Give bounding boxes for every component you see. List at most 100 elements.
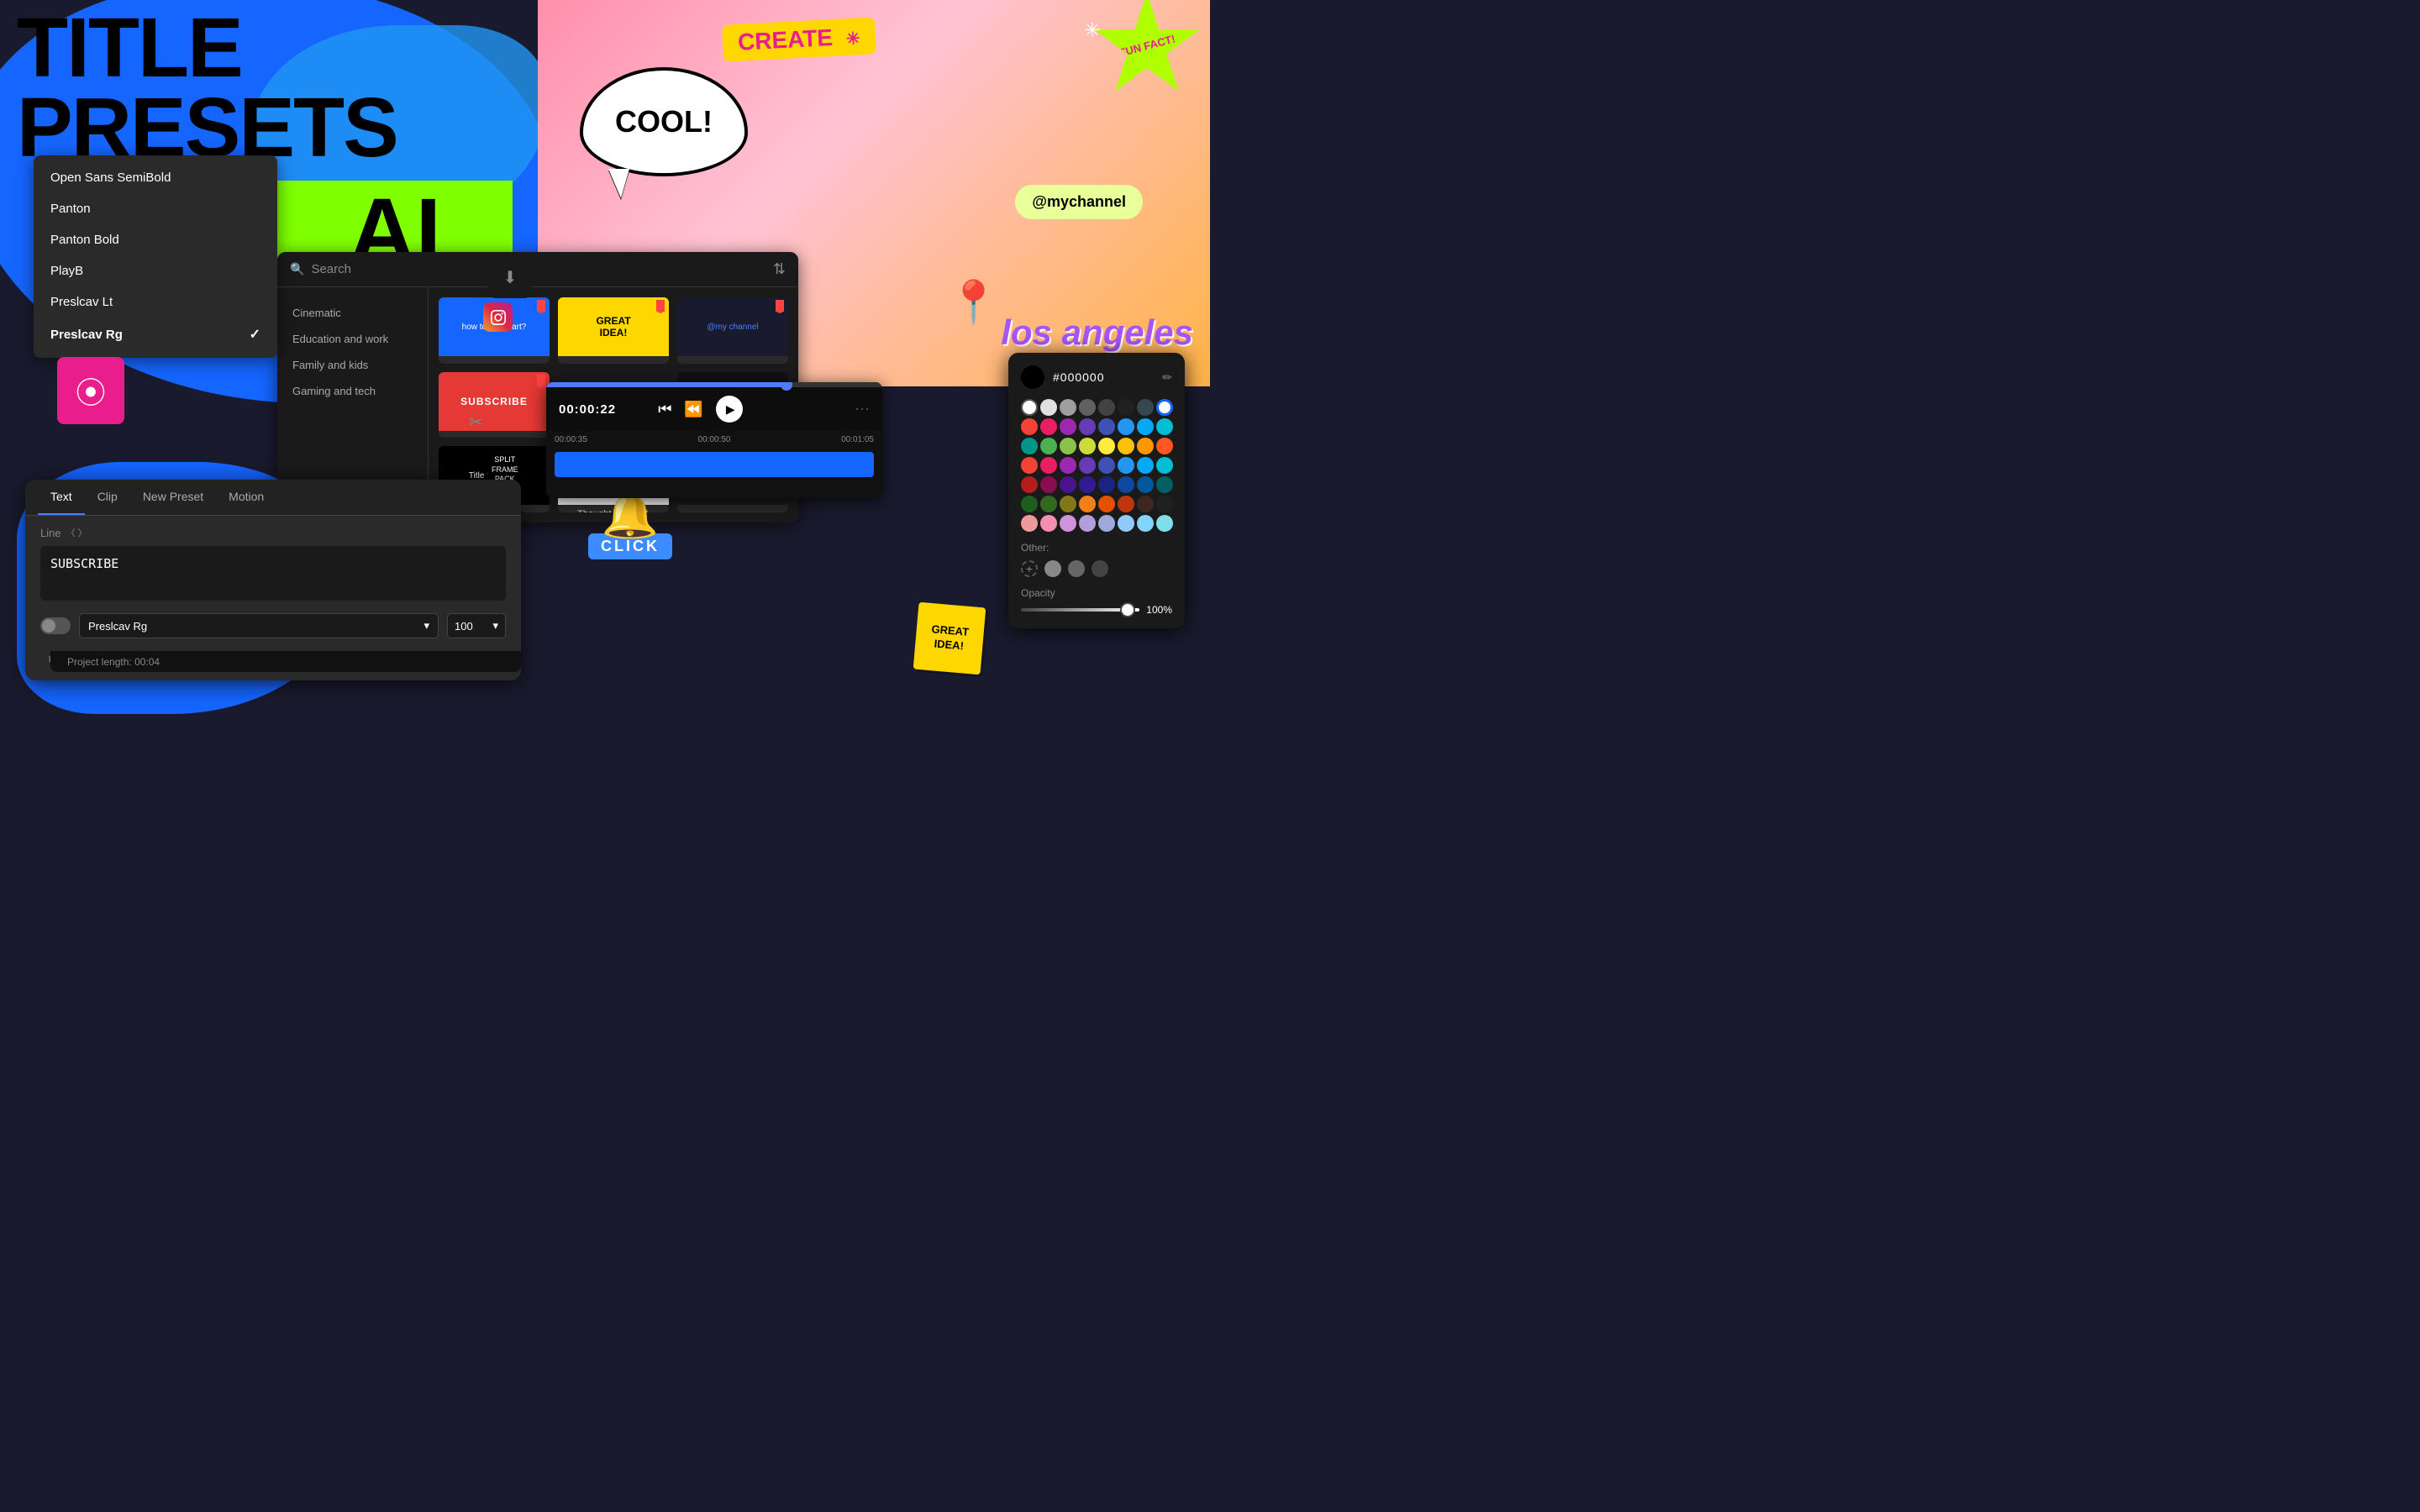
color-darkred[interactable] [1021,476,1038,493]
preset-card-subscribe[interactable]: SUBSCRIBE [439,372,550,438]
color-orange[interactable] [1137,438,1154,454]
color-darkcyan[interactable] [1156,476,1173,493]
color-charcoal[interactable] [1098,399,1115,416]
color-indigo[interactable] [1098,418,1115,435]
text-input[interactable]: SUBSCRIBE [40,546,506,601]
rewind-button[interactable]: ⏪ [684,401,702,418]
color-nearblack[interactable] [1118,399,1134,416]
color-lightred[interactable] [1021,515,1038,532]
skip-back-button[interactable]: ⏮ [658,401,671,418]
color-bluegray[interactable] [1137,399,1154,416]
color-darkpink[interactable] [1040,476,1057,493]
color-amber[interactable] [1118,438,1134,454]
color-darkgreen[interactable] [1021,496,1038,512]
color-purple2[interactable] [1060,457,1076,474]
color-darkblue[interactable] [1118,476,1134,493]
color-lightgreen[interactable] [1060,438,1076,454]
color-white[interactable] [1021,399,1038,416]
color-lightgray[interactable] [1040,399,1057,416]
font-size-select[interactable]: 100 ▾ [447,613,506,638]
color-darkorange2[interactable] [1118,496,1134,512]
color-darklightgreen[interactable] [1040,496,1057,512]
color-teal[interactable] [1021,438,1038,454]
color-deeppurple2[interactable] [1079,457,1096,474]
color-pink2[interactable] [1040,457,1057,474]
color-lightcyan[interactable] [1156,515,1173,532]
sidebar-item-education[interactable]: Education and work [277,326,428,352]
font-item-panton[interactable]: Panton [34,193,277,224]
video-player: 00:00:22 ⏮ ⏪ ▶ ⋯ 00:00:35 00:00:50 00:01… [546,382,882,498]
color-darkyellow[interactable] [1079,496,1096,512]
color-red2[interactable] [1021,457,1038,474]
sidebar-item-cinematic[interactable]: Cinematic [277,300,428,326]
color-green[interactable] [1040,438,1057,454]
font-toggle[interactable] [40,617,71,634]
color-darkgray[interactable] [1079,399,1096,416]
color-lime[interactable] [1079,438,1096,454]
color-blue2[interactable] [1118,457,1134,474]
color-lightpurple[interactable] [1060,515,1076,532]
color-white-outlined[interactable] [1156,399,1173,416]
color-lightindigo[interactable] [1098,515,1115,532]
tab-clip[interactable]: Clip [85,480,130,515]
color-darkpurple[interactable] [1060,476,1076,493]
color-grid [1021,399,1172,532]
color-lightblue2[interactable] [1137,457,1154,474]
font-item-preslcav-rg[interactable]: Preslcav Rg ✓ [34,318,277,351]
color-lightblue4[interactable] [1137,515,1154,532]
font-select[interactable]: Preslcav Rg ▾ [79,613,439,638]
other-color-dot-3[interactable] [1092,560,1108,577]
color-darklime[interactable] [1060,496,1076,512]
color-red[interactable] [1021,418,1038,435]
color-hex-row: #000000 ✏ [1021,365,1172,389]
preset-thumb-subscribe: SUBSCRIBE [439,372,550,431]
color-darkindigo[interactable] [1098,476,1115,493]
edit-icon[interactable]: ✏ [1162,370,1172,385]
color-blue[interactable] [1118,418,1134,435]
preset-card-great-idea[interactable]: GREATIDEA! [558,297,669,364]
color-lightpink[interactable] [1040,515,1057,532]
color-purple[interactable] [1060,418,1076,435]
color-swatch[interactable] [1021,365,1044,389]
color-darklightblue[interactable] [1137,476,1154,493]
font-item-preslcav-lt[interactable]: Preslcav Lt [34,286,277,318]
other-color-dot-1[interactable] [1044,560,1061,577]
sidebar-item-gaming[interactable]: Gaming and tech [277,378,428,404]
search-input[interactable]: Search [311,262,772,276]
color-darkdeeppurple[interactable] [1079,476,1096,493]
color-indigo2[interactable] [1098,457,1115,474]
preset-card-mychannel[interactable]: @my channel [677,297,788,364]
add-color-button[interactable]: + [1021,560,1038,577]
color-gray[interactable] [1060,399,1076,416]
color-darkcharcoal[interactable] [1156,496,1173,512]
more-options-icon[interactable]: ⋯ [855,401,870,418]
color-darkorange[interactable] [1098,496,1115,512]
color-deeppurple[interactable] [1079,418,1096,435]
color-pink[interactable] [1040,418,1057,435]
opacity-slider[interactable] [1021,608,1139,612]
font-item-opensans[interactable]: Open Sans SemiBold [34,162,277,193]
tab-motion[interactable]: Motion [216,480,276,515]
play-button[interactable]: ▶ [716,396,743,423]
color-lightblue[interactable] [1137,418,1154,435]
tab-new-preset[interactable]: New Preset [130,480,216,515]
opacity-value: 100% [1146,604,1172,616]
color-cyan[interactable] [1156,418,1173,435]
font-item-playb[interactable]: PlayB [34,255,277,286]
bookmark-icon [537,300,545,313]
timeline-track[interactable] [555,452,874,477]
other-color-dot-2[interactable] [1068,560,1085,577]
search-icon: 🔍 [290,262,304,276]
color-darkbrown[interactable] [1137,496,1154,512]
video-progress-bar[interactable] [546,382,882,387]
color-lightblue3[interactable] [1118,515,1134,532]
color-yellow[interactable] [1098,438,1115,454]
color-deeporange[interactable] [1156,438,1173,454]
sidebar-item-family[interactable]: Family and kids [277,352,428,378]
download-icon[interactable]: ⬇ [489,256,531,298]
font-item-panton-bold[interactable]: Panton Bold [34,224,277,255]
sort-icon[interactable]: ⇅ [773,260,786,278]
tab-text[interactable]: Text [38,480,85,515]
color-lightdeeppurple[interactable] [1079,515,1096,532]
color-cyan2[interactable] [1156,457,1173,474]
